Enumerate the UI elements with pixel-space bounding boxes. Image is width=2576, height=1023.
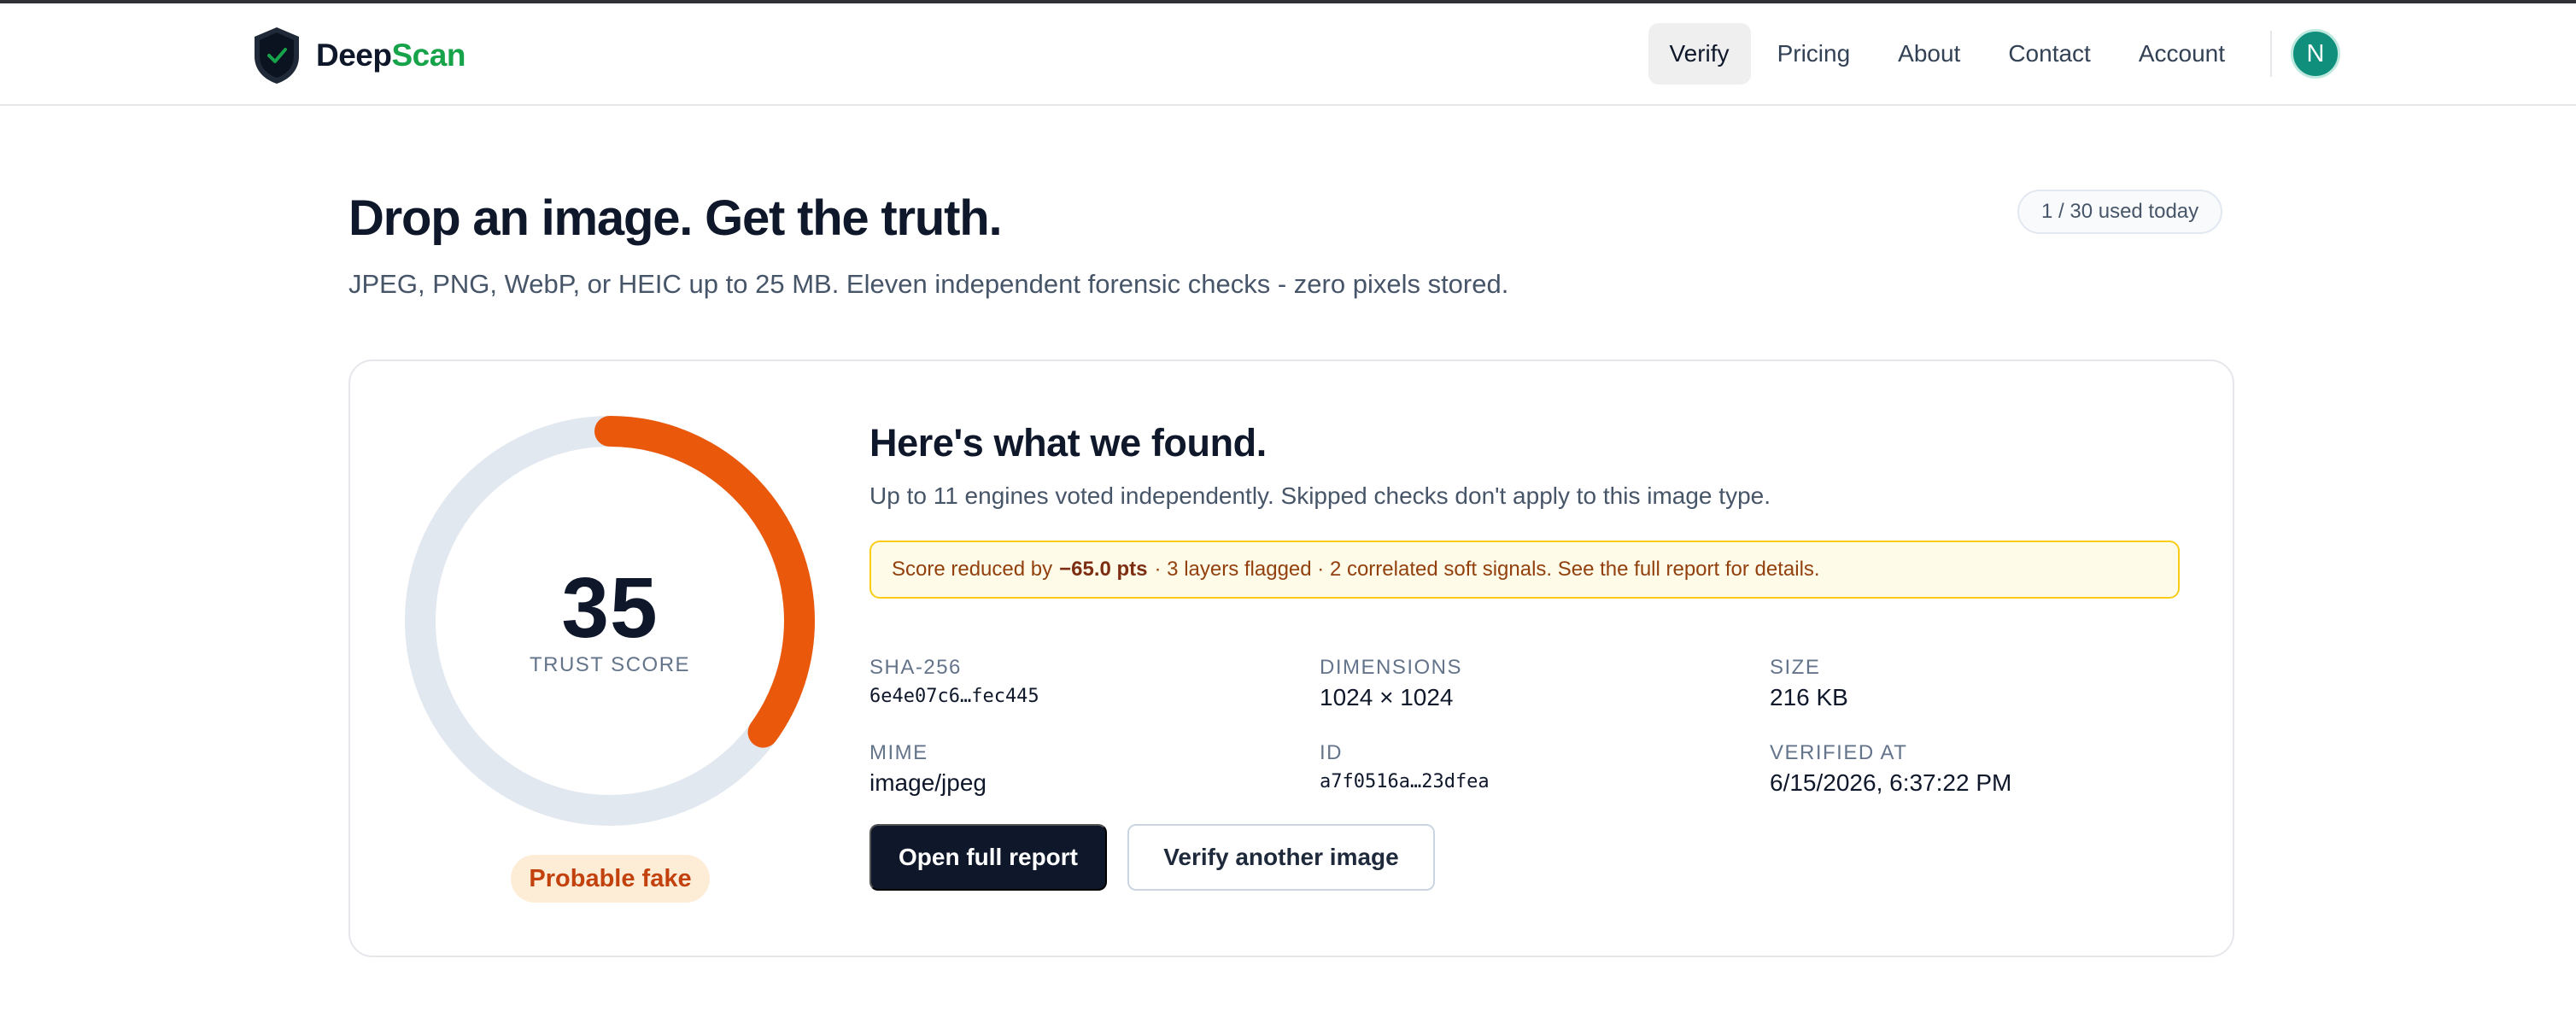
alert-points: −65.0 pts: [1059, 558, 1148, 581]
brand-name: DeepScan: [316, 38, 465, 73]
id-label: ID: [1320, 741, 1343, 764]
verified-at-value: 6/15/2026, 6:37:22 PM: [1770, 769, 2012, 796]
size-value: 216 KB: [1770, 684, 1848, 710]
mime-label: MIME: [869, 741, 928, 764]
nav-pricing[interactable]: Pricing: [1756, 23, 1872, 85]
main-nav: Verify Pricing About Contact Account N: [1643, 22, 2340, 85]
page-title: Drop an image. Get the truth.: [348, 190, 1003, 246]
user-avatar[interactable]: N: [2291, 29, 2340, 79]
trust-score-label: TRUST SCORE: [529, 653, 691, 676]
mime-value: image/jpeg: [869, 769, 986, 796]
brand-name-part2: Scan: [391, 38, 465, 73]
score-reduction-alert: Score reduced by −65.0 pts · 3 layers fl…: [869, 541, 2180, 599]
brand-logo[interactable]: DeepScan: [253, 26, 465, 85]
verify-another-image-button[interactable]: Verify another image: [1127, 824, 1435, 891]
verdict-badge: Probable fake: [511, 855, 710, 903]
nav-account[interactable]: Account: [2117, 23, 2246, 85]
sha-label: SHA-256: [869, 656, 962, 679]
result-title: Here's what we found.: [869, 421, 1267, 465]
nav-verify[interactable]: Verify: [1648, 23, 1751, 85]
result-subtitle: Up to 11 engines voted independently. Sk…: [869, 482, 1771, 509]
nav-divider: [2270, 31, 2272, 77]
size-label: SIZE: [1770, 656, 1821, 679]
dimensions-value: 1024 × 1024: [1320, 684, 1454, 710]
result-card: 35 TRUST SCORE Probable fake Here's what…: [348, 360, 2234, 957]
page-subtitle: JPEG, PNG, WebP, or HEIC up to 25 MB. El…: [348, 269, 1509, 299]
verified-at-label: VERIFIED AT: [1770, 741, 1908, 764]
site-header: DeepScan Verify Pricing About Contact Ac…: [0, 3, 2576, 106]
sha-value: 6e4e07c6…fec445: [869, 686, 1039, 707]
alert-prefix: Score reduced by: [892, 558, 1053, 581]
trust-score-value: 35: [561, 560, 659, 656]
nav-about[interactable]: About: [1876, 23, 1982, 85]
id-value: a7f0516a…23dfea: [1320, 771, 1490, 792]
usage-badge: 1 / 30 used today: [2017, 190, 2223, 234]
dimensions-label: DIMENSIONS: [1320, 656, 1463, 679]
brand-name-part1: Deep: [316, 38, 392, 73]
nav-contact[interactable]: Contact: [1987, 23, 2112, 85]
shield-check-icon: [255, 27, 299, 84]
open-full-report-button[interactable]: Open full report: [869, 824, 1107, 891]
alert-suffix: · 3 layers flagged · 2 correlated soft s…: [1154, 558, 1820, 581]
